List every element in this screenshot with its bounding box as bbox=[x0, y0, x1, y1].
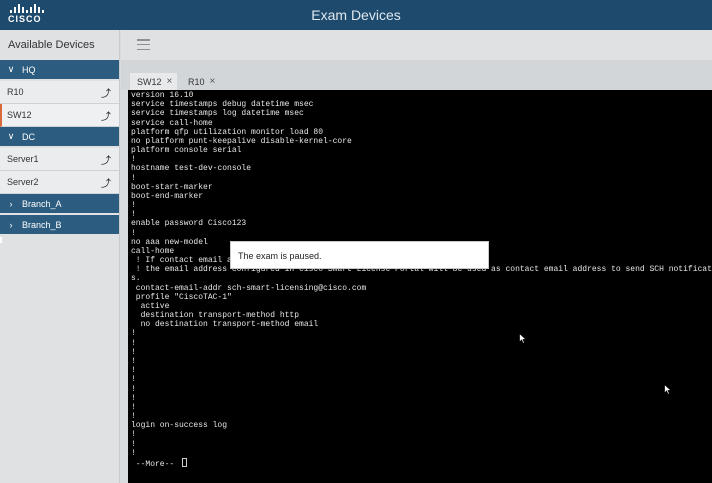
terminal-line: ! bbox=[131, 201, 136, 211]
group-label: Branch_A bbox=[22, 198, 62, 209]
terminal-line: ! bbox=[131, 366, 136, 376]
device-item-server2[interactable]: Server2 ⤴ bbox=[0, 171, 119, 194]
page-title: Exam Devices bbox=[311, 7, 401, 23]
terminal-line: boot-start-marker bbox=[131, 182, 213, 192]
group-header-dc[interactable]: ∨ DC bbox=[0, 127, 119, 148]
sidebar-title: Available Devices bbox=[8, 39, 95, 51]
terminal-line: login on-success log bbox=[131, 421, 228, 431]
close-icon[interactable]: × bbox=[167, 76, 173, 87]
group-header-branch-b[interactable]: › Branch_B bbox=[0, 215, 119, 236]
terminal-line: active bbox=[131, 301, 170, 311]
terminal-line: destination transport-method http bbox=[131, 311, 300, 321]
exam-app: CISCO Exam Devices Available Devices ∨ H… bbox=[0, 0, 712, 483]
tab-sw12[interactable]: SW12 × bbox=[130, 73, 177, 90]
group-label: DC bbox=[22, 131, 35, 142]
terminal-line: s. bbox=[131, 274, 141, 284]
terminal-line: ! bbox=[131, 173, 136, 183]
group-header-hq[interactable]: ∨ HQ bbox=[0, 60, 119, 81]
chevron-down-icon: ∨ bbox=[7, 131, 15, 141]
device-label: Server1 bbox=[7, 154, 39, 164]
tab-r10[interactable]: R10 × bbox=[183, 73, 215, 90]
terminal-line: ! bbox=[131, 430, 136, 440]
expand-arrow-icon[interactable]: ⤴ bbox=[101, 152, 111, 167]
terminal-line: ! bbox=[131, 384, 136, 394]
device-label: R10 bbox=[7, 87, 24, 97]
terminal-line: boot-end-marker bbox=[131, 191, 204, 201]
terminal-line: platform console serial bbox=[131, 146, 242, 156]
device-sidebar: Available Devices ∨ HQ R10 ⤴ SW12 ⤴ ∨ DC… bbox=[0, 30, 120, 483]
close-icon[interactable]: × bbox=[210, 76, 216, 87]
terminal-line: service call-home bbox=[131, 118, 213, 128]
terminal-line: ! bbox=[131, 338, 136, 348]
terminal-line: no platform punt-keepalive disable-kerne… bbox=[131, 136, 352, 146]
more-prompt-line: --More-- bbox=[131, 457, 712, 469]
hamburger-menu-icon[interactable] bbox=[137, 39, 150, 50]
terminal-line: enable password Cisco123 bbox=[131, 219, 247, 229]
device-label: SW12 bbox=[7, 110, 32, 120]
mouse-pointer-icon bbox=[664, 384, 672, 395]
terminal-line: ! bbox=[131, 329, 136, 339]
group-header-branch-a[interactable]: › Branch_A bbox=[0, 194, 119, 215]
device-item-sw12[interactable]: SW12 ⤴ bbox=[0, 104, 119, 127]
mouse-pointer-icon bbox=[519, 333, 527, 344]
terminal-line: hostname test-dev-console bbox=[131, 164, 252, 174]
terminal-line: version 16.10 bbox=[131, 91, 194, 100]
expand-arrow-icon[interactable]: ⤴ bbox=[101, 85, 111, 100]
terminal-line: service timestamps debug datetime msec bbox=[131, 100, 314, 110]
device-label: Server2 bbox=[7, 177, 39, 187]
terminal-line: profile "CiscoTAC-1" bbox=[131, 292, 232, 302]
terminal-line: service timestamps log datetime msec bbox=[131, 109, 304, 119]
chevron-down-icon: ∨ bbox=[7, 64, 15, 74]
terminal-console[interactable]: version 16.10 service timestamps debug da… bbox=[128, 90, 712, 483]
terminal-line: contact-email-addr sch-smart-licensing@c… bbox=[131, 283, 367, 293]
terminal-line: ! bbox=[131, 412, 136, 422]
terminal-line: no destination transport-method email bbox=[131, 320, 319, 330]
terminal-cursor-icon bbox=[182, 457, 188, 467]
terminal-line: ! bbox=[131, 439, 136, 449]
terminal-line: ! bbox=[131, 210, 136, 220]
more-prompt: --More-- bbox=[131, 459, 180, 469]
chevron-right-icon: › bbox=[9, 198, 13, 209]
terminal-output: version 16.10 service timestamps debug da… bbox=[131, 91, 712, 469]
tab-label: SW12 bbox=[137, 76, 162, 87]
terminal-line: ! bbox=[131, 402, 136, 412]
header-bar: CISCO Exam Devices bbox=[0, 0, 712, 30]
paused-message: The exam is paused. bbox=[238, 251, 322, 261]
tab-label: R10 bbox=[188, 76, 205, 87]
terminal-line: ! bbox=[131, 375, 136, 385]
terminal-line: ! bbox=[131, 448, 136, 458]
terminal-line: ! bbox=[131, 155, 136, 165]
terminal-line: ! bbox=[131, 228, 136, 238]
terminal-line: ! bbox=[131, 393, 136, 403]
expand-arrow-icon[interactable]: ⤴ bbox=[101, 175, 111, 190]
toolbar bbox=[121, 30, 712, 60]
paused-dialog: The exam is paused. bbox=[230, 241, 489, 269]
terminal-line: platform qfp utilization monitor load 80 bbox=[131, 127, 324, 137]
tab-bar: SW12 × R10 × bbox=[121, 60, 712, 90]
chevron-right-icon: › bbox=[9, 219, 13, 230]
group-label: HQ bbox=[22, 64, 36, 75]
terminal-line: ! bbox=[131, 356, 136, 366]
device-item-server1[interactable]: Server1 ⤴ bbox=[0, 148, 119, 171]
window-edge-marker bbox=[0, 237, 2, 243]
group-label: Branch_B bbox=[22, 219, 62, 230]
terminal-line: ! bbox=[131, 347, 136, 357]
device-item-r10[interactable]: R10 ⤴ bbox=[0, 81, 119, 104]
expand-arrow-icon[interactable]: ⤴ bbox=[101, 108, 111, 123]
